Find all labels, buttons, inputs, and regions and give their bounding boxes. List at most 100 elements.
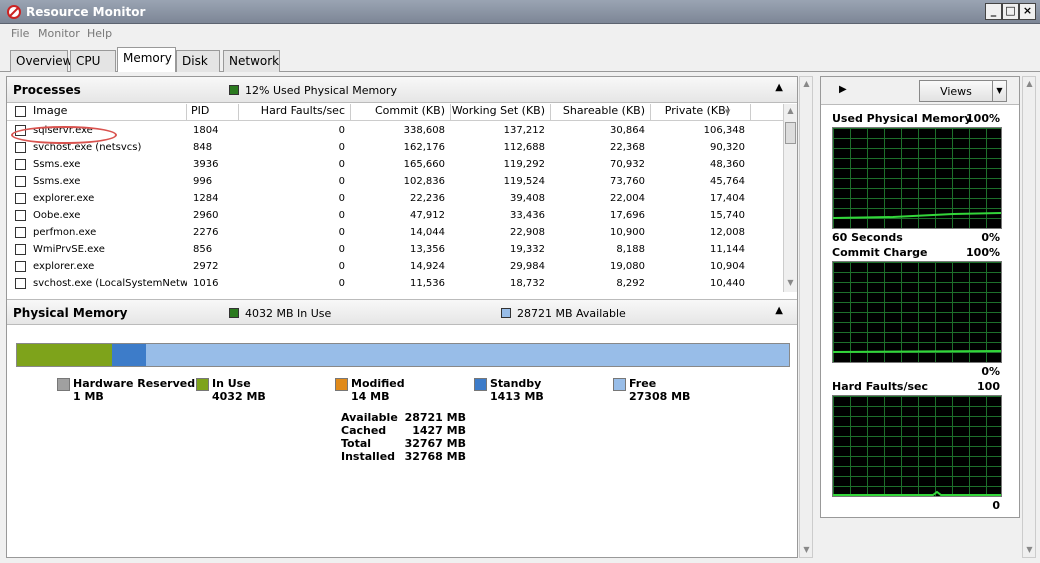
free-segment [145, 344, 789, 366]
memory-usage-bar [16, 343, 790, 367]
scroll-up-icon[interactable]: ▲ [1025, 79, 1034, 88]
tab-bar: Overview CPU Memory Disk Network [0, 44, 1040, 73]
row-checkbox[interactable] [15, 142, 26, 153]
summary-label: Installed [341, 450, 396, 463]
graph-trace [833, 212, 1001, 219]
shareable-cell: 8,188 [616, 244, 645, 255]
table-row[interactable]: svchost.exe (LocalSystemNetwo... 1016 0 11,… [7, 275, 783, 292]
processes-summary: 12% Used Physical Memory [245, 84, 397, 97]
shareable-cell: 10,900 [610, 227, 645, 238]
legend-swatch [196, 378, 209, 391]
dropdown-arrow-icon[interactable]: ▼ [992, 81, 1006, 101]
process-table-header: Image PID Hard Faults/sec Commit (KB) Wo… [7, 104, 783, 121]
select-all-checkbox[interactable] [15, 106, 26, 117]
scroll-up-icon[interactable]: ▲ [802, 79, 811, 88]
graph-line [833, 350, 1001, 353]
column-shareable[interactable]: Shareable (KB) [551, 104, 651, 120]
menu-bar: File Monitor Help [0, 24, 1040, 44]
scroll-thumb[interactable] [785, 122, 796, 144]
private-cell: 90,320 [710, 142, 745, 153]
graph-trace [833, 490, 1001, 496]
table-row[interactable]: Ssms.exe 996 0 102,836 119,524 73,760 45,764 [7, 173, 783, 190]
graph-max: 100% [966, 246, 1000, 259]
shareable-cell: 19,080 [610, 261, 645, 272]
tab-memory[interactable]: Memory [117, 47, 176, 73]
left-pane: Processes 12% Used Physical Memory ▲ Ima… [6, 76, 798, 558]
available-summary: 28721 MB Available [517, 307, 626, 320]
hard-faults-cell: 0 [338, 244, 345, 255]
graph-pane-scrollbar[interactable]: ▲ ▼ [1022, 76, 1036, 558]
legend-name: Hardware Reserved [73, 377, 196, 390]
processes-header[interactable]: Processes 12% Used Physical Memory ▲ [7, 77, 797, 103]
column-image[interactable]: Image [33, 104, 187, 120]
expand-arrow-icon[interactable]: ▶ [839, 84, 847, 95]
graph-min: 0% [981, 231, 1000, 244]
scroll-down-icon[interactable]: ▼ [786, 278, 795, 287]
table-row[interactable]: sqlservr.exe 1804 0 338,608 137,212 30,864 106… [7, 122, 783, 139]
working-set-cell: 18,732 [510, 278, 545, 289]
left-pane-scrollbar[interactable]: ▲ ▼ [799, 76, 813, 558]
graph-title: Used Physical Memory [832, 112, 972, 125]
commit-cell: 47,912 [410, 210, 445, 221]
scroll-up-icon[interactable]: ▲ [786, 106, 795, 115]
row-checkbox[interactable] [15, 210, 26, 221]
commit-cell: 162,176 [403, 142, 445, 153]
hard-faults-cell: 0 [338, 142, 345, 153]
table-row[interactable]: explorer.exe 2972 0 14,924 29,984 19,080 10,90… [7, 258, 783, 275]
row-checkbox[interactable] [15, 227, 26, 238]
graph-timespan: 60 Seconds [832, 231, 903, 244]
menu-help[interactable]: Help [87, 27, 112, 40]
table-row[interactable]: explorer.exe 1284 0 22,236 39,408 22,004 17,40… [7, 190, 783, 207]
tab-cpu[interactable]: CPU [70, 50, 116, 72]
column-working-set[interactable]: Working Set (KB) [451, 104, 551, 120]
pid-cell: 2276 [193, 227, 219, 238]
commit-cell: 22,236 [410, 193, 445, 204]
views-button[interactable]: Views ▼ [919, 80, 1007, 102]
table-row[interactable]: Ssms.exe 3936 0 165,660 119,292 70,932 48,360 [7, 156, 783, 173]
tab-network[interactable]: Network [223, 50, 280, 72]
collapse-icon[interactable]: ▲ [775, 82, 783, 93]
pid-cell: 1284 [193, 193, 219, 204]
process-table-scrollbar[interactable]: ▲ ▼ [783, 104, 797, 292]
tab-overview[interactable]: Overview [10, 50, 73, 72]
row-checkbox[interactable] [15, 176, 26, 187]
scroll-down-icon[interactable]: ▼ [1025, 545, 1034, 554]
pid-cell: 2972 [193, 261, 219, 272]
row-checkbox[interactable] [15, 261, 26, 272]
column-private[interactable]: Private (KB) [651, 104, 751, 120]
summary-value: 32768 MB [404, 450, 466, 463]
physical-memory-header[interactable]: Physical Memory 4032 MB In Use 28721 MB … [7, 299, 797, 325]
commit-cell: 102,836 [403, 176, 445, 187]
column-hard-faults[interactable]: Hard Faults/sec [239, 104, 351, 120]
tab-disk[interactable]: Disk [176, 50, 220, 72]
close-button[interactable]: × [1019, 3, 1036, 20]
maximize-button[interactable]: □ [1002, 3, 1019, 20]
image-cell: perfmon.exe [33, 227, 97, 238]
summary-value: 32767 MB [404, 437, 466, 450]
legend-value: 4032 MB [212, 390, 266, 403]
row-checkbox[interactable] [15, 278, 26, 289]
sort-desc-icon: ▼ [725, 108, 731, 116]
menu-file[interactable]: File [11, 27, 29, 40]
highlight-annotation [11, 126, 117, 144]
menu-monitor[interactable]: Monitor [38, 27, 80, 40]
row-checkbox[interactable] [15, 193, 26, 204]
table-row[interactable]: WmiPrvSE.exe 856 0 13,356 19,332 8,188 11,144 [7, 241, 783, 258]
private-cell: 106,348 [703, 125, 745, 136]
summary-label: Available [341, 411, 398, 424]
collapse-icon[interactable]: ▲ [775, 305, 783, 316]
row-checkbox[interactable] [15, 159, 26, 170]
column-pid[interactable]: PID [191, 104, 239, 120]
hard-faults-cell: 0 [338, 193, 345, 204]
image-cell: Ssms.exe [33, 176, 81, 187]
minimize-button[interactable]: _ [985, 3, 1002, 20]
row-checkbox[interactable] [15, 244, 26, 255]
scroll-down-icon[interactable]: ▼ [802, 545, 811, 554]
hard-faults-cell: 0 [338, 176, 345, 187]
table-row[interactable]: Oobe.exe 2960 0 47,912 33,436 17,696 15,740 [7, 207, 783, 224]
legend-value: 27308 MB [629, 390, 691, 403]
column-commit[interactable]: Commit (KB) [351, 104, 451, 120]
summary-label: Cached [341, 424, 387, 437]
table-row[interactable]: perfmon.exe 2276 0 14,044 22,908 10,900 12,008 [7, 224, 783, 241]
table-row[interactable]: svchost.exe (netsvcs) 848 0 162,176 112,688 2… [7, 139, 783, 156]
